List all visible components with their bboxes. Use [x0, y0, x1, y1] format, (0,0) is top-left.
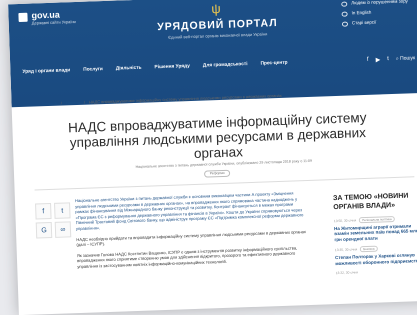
youtube-icon[interactable]: ▶ [376, 56, 381, 63]
article-paragraph: Як зазначив Голова НАДС Костянтин Ващенк… [76, 245, 298, 270]
news-tag[interactable]: Безпека [360, 245, 378, 253]
news-link[interactable]: Степан Полторак у Харкові оглянув можлив… [335, 252, 417, 266]
news-date: 13:50, 30 січня [333, 218, 357, 224]
nav-social-icons: f ▶ t ⌕ Пошук [367, 50, 416, 68]
news-date: 13:32, 30 січня [335, 270, 359, 276]
facebook-icon[interactable]: f [367, 57, 369, 63]
article-paragraph: Національне агентство України з питань д… [74, 190, 304, 232]
list-item[interactable]: 13:32, 30 січня [336, 268, 417, 275]
eye-icon [341, 1, 348, 7]
list-item[interactable]: 13:50, 30 січня Регіональна політика На Ж… [334, 215, 417, 242]
nav-item-activity[interactable]: Діяльність [116, 65, 142, 71]
nav-item-government[interactable]: Уряд і органи влади [22, 68, 70, 75]
category-pill[interactable]: Реформи [203, 169, 231, 178]
list-item[interactable]: 13:35, 30 січня Безпека Степан Полторак у… [335, 244, 417, 266]
news-link[interactable]: На Житомирщині аграрії отримали взамін з… [334, 223, 417, 242]
nav-item-press[interactable]: Прес-центр [260, 60, 287, 66]
breadcrumb-home[interactable]: Головна [41, 101, 56, 107]
news-tag[interactable]: Регіональна політика [359, 216, 395, 224]
share-facebook-icon[interactable]: f [35, 202, 52, 220]
search-button[interactable]: ⌕ Пошук [396, 55, 415, 62]
share-googleplus-icon[interactable]: G [35, 221, 53, 239]
news-date: 13:35, 30 січня [334, 247, 358, 253]
header: gov.ua Державні сайти України ψ УРЯДОВИЙ… [8, 0, 417, 108]
share-link-icon[interactable]: ∞ [54, 221, 72, 238]
twitter-icon[interactable]: t [387, 56, 389, 62]
nav-item-services[interactable]: Послуги [83, 67, 103, 73]
trident-icon: ψ [211, 0, 221, 17]
related-news-sidebar: ЗА ТЕМОЮ «НОВИНИ ОРГАНІВ ВЛАДИ» 13:50, 3… [333, 192, 417, 280]
share-buttons: f t G ∞ [35, 202, 72, 239]
page: gov.ua Державні сайти України ψ УРЯДОВИЙ… [8, 0, 417, 315]
gov-mark-icon [18, 12, 28, 23]
main-nav: Уряд і органи влади Послуги Діяльність Р… [10, 50, 417, 81]
header-right-links: Людям із порушенням зору In English Стар… [341, 0, 412, 29]
sidebar-title: ЗА ТЕМОЮ «НОВИНИ ОРГАНІВ ВЛАДИ» [332, 192, 409, 211]
globe-icon [341, 11, 348, 17]
article-body: Національне агентство України з питань д… [75, 190, 310, 275]
divider [34, 176, 415, 191]
search-icon: ⌕ [395, 55, 399, 62]
breadcrumb-news[interactable]: Новини [66, 100, 80, 105]
nav-item-decisions[interactable]: Рішення Уряду [154, 64, 190, 70]
share-twitter-icon[interactable]: t [54, 202, 71, 219]
nav-item-public[interactable]: Для громадськості [203, 62, 248, 69]
history-icon [341, 21, 349, 27]
